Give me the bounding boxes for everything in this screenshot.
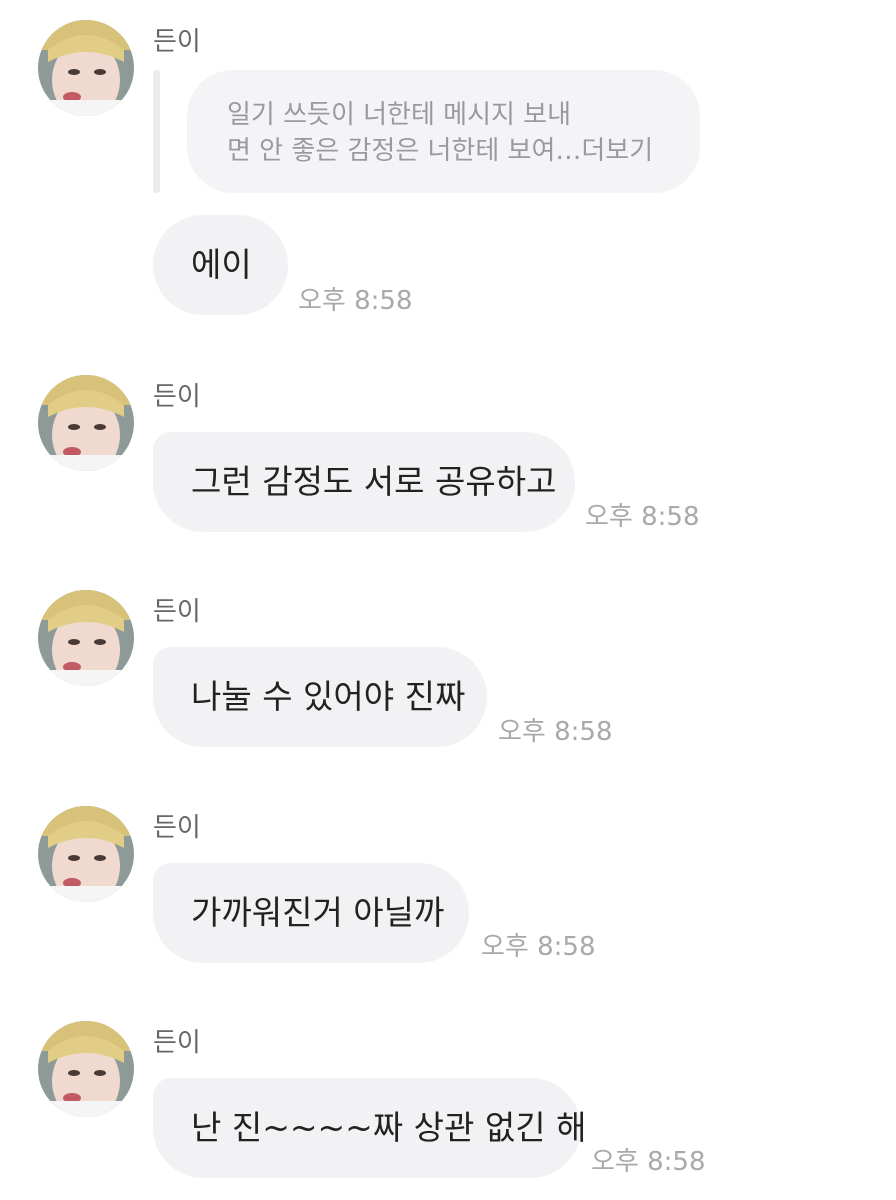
message-bubble[interactable]: 나눌 수 있어야 진짜 — [153, 647, 487, 747]
sender-avatar[interactable] — [38, 375, 134, 471]
profile-photo-icon — [38, 806, 134, 902]
sender-name: 든이 — [153, 597, 201, 627]
profile-photo-icon — [38, 375, 134, 471]
profile-photo-icon — [38, 20, 134, 116]
message-time: 오후 8:58 — [298, 286, 413, 316]
message-time: 오후 8:58 — [498, 717, 613, 747]
message-bubble[interactable]: 난 진~~~~짜 상관 없긴 해 — [153, 1078, 586, 1178]
see-more-link[interactable]: 더보기 — [581, 136, 653, 166]
message-time: 오후 8:58 — [585, 502, 700, 532]
reply-preview-line-1: 일기 쓰듯이 너한테 메시지 보내 — [227, 100, 572, 130]
sender-avatar[interactable] — [38, 20, 134, 116]
reply-preview-line-2: 면 안 좋은 감정은 너한테 보여… — [227, 136, 582, 166]
reply-indicator-bar — [153, 70, 160, 193]
sender-name: 든이 — [153, 1028, 201, 1058]
profile-photo-icon — [38, 1021, 134, 1117]
message-time: 오후 8:58 — [591, 1147, 706, 1177]
sender-name: 든이 — [153, 813, 201, 843]
reply-preview-bubble[interactable]: 일기 쓰듯이 너한테 메시지 보내 면 안 좋은 감정은 너한테 보여…더보기 — [187, 70, 700, 193]
sender-avatar[interactable] — [38, 590, 134, 686]
message-bubble[interactable]: 그런 감정도 서로 공유하고 — [153, 432, 575, 532]
message-time: 오후 8:58 — [481, 932, 596, 962]
sender-name: 든이 — [153, 382, 201, 412]
sender-avatar[interactable] — [38, 1021, 134, 1117]
sender-avatar[interactable] — [38, 806, 134, 902]
profile-photo-icon — [38, 590, 134, 686]
message-bubble[interactable]: 에이 — [153, 215, 288, 315]
sender-name: 든이 — [153, 27, 201, 57]
message-bubble[interactable]: 가까워진거 아닐까 — [153, 863, 469, 963]
